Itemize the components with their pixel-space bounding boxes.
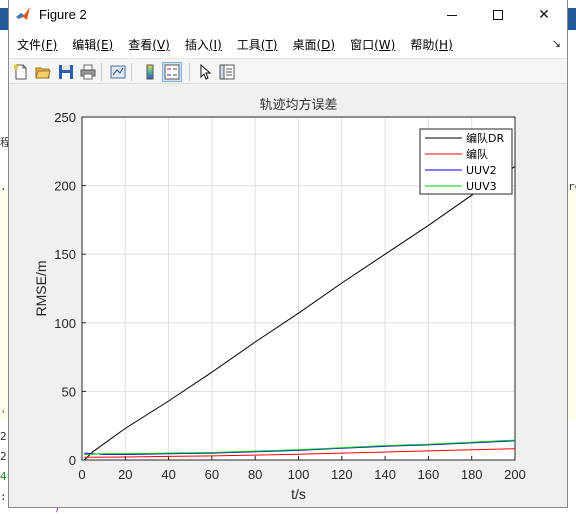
link-plot-button[interactable] (108, 62, 128, 82)
legend[interactable]: 编队DR 编队 UUV2 UUV3 (419, 128, 513, 195)
menu-bar: 文件(F) 编辑(E) 查看(V) 插入(I) 工具(T) 桌面(D) 窗口(W… (9, 30, 567, 58)
matlab-icon (16, 7, 30, 20)
toolbar-separator (189, 63, 190, 81)
open-file-button[interactable] (33, 62, 53, 82)
x-tick-label: 180 (461, 467, 483, 482)
menu-help[interactable]: 帮助(H) (410, 36, 452, 53)
new-figure-icon (13, 64, 27, 80)
x-tick-label: 120 (331, 467, 353, 482)
background-text: : (0, 490, 7, 503)
menu-view[interactable]: 查看(V) (128, 36, 170, 53)
maximize-icon (493, 10, 503, 20)
rmse-chart[interactable]: 0 20 40 60 80 100 120 140 160 180 200 0 50 100 150 200 2… (9, 85, 567, 507)
figure-canvas[interactable]: 0 20 40 60 80 100 120 140 160 180 200 0 50 100 150 200 2… (9, 85, 567, 507)
close-button[interactable]: ✕ (521, 0, 567, 30)
toolbar-separator (101, 63, 102, 81)
x-tick-label: 60 (205, 467, 219, 482)
print-icon (80, 64, 96, 80)
colorbar-icon (146, 64, 154, 80)
legend-label: 编队 (466, 147, 488, 161)
background-app-editor-right (568, 190, 576, 420)
toolbar-separator (131, 63, 132, 81)
x-tick-label: 100 (288, 467, 310, 482)
new-figure-button[interactable] (11, 62, 31, 82)
x-tick-label: 40 (161, 467, 175, 482)
y-tick-label: 50 (62, 384, 76, 399)
x-tick-label: 20 (118, 467, 132, 482)
property-inspector-button[interactable] (217, 62, 237, 82)
y-tick-label: 100 (54, 316, 76, 331)
legend-icon (164, 64, 180, 80)
x-tick-label: 140 (374, 467, 396, 482)
window-title: Figure 2 (39, 7, 87, 22)
figure-window: Figure 2 ✕ 文件(F) 编辑(E) 查看(V) 插入(I) 工具(T)… (8, 0, 568, 508)
background-text: 2 (0, 450, 7, 463)
background-app-titlebar-right (568, 8, 576, 30)
menu-desktop[interactable]: 桌面(D) (292, 36, 335, 53)
legend-label: UUV2 (466, 164, 497, 177)
background-text: 4 (0, 470, 7, 483)
y-tick-label: 150 (54, 247, 76, 262)
x-tick-label: 0 (78, 467, 85, 482)
menu-window[interactable]: 窗口(W) (350, 36, 395, 53)
legend-button[interactable] (162, 62, 182, 82)
menu-insert[interactable]: 插入(I) (185, 36, 222, 53)
colorbar-button[interactable] (140, 62, 160, 82)
y-tick-label: 200 (54, 179, 76, 194)
chart-title: 轨迹均方误差 (259, 97, 337, 113)
save-button[interactable] (56, 62, 76, 82)
background-text: ' (0, 408, 7, 421)
menu-edit[interactable]: 编辑(E) (72, 36, 113, 53)
maximize-button[interactable] (475, 0, 521, 30)
minimize-button[interactable] (429, 0, 475, 30)
y-tick-label: 250 (54, 110, 76, 125)
link-plot-icon (110, 65, 126, 79)
background-text: 2 (0, 430, 7, 443)
background-app-bottom (0, 508, 576, 514)
dock-figure-icon[interactable]: ↘ (552, 37, 561, 50)
menu-tools[interactable]: 工具(T) (237, 36, 278, 53)
x-tick-label: 160 (418, 467, 440, 482)
y-axis-label: RMSE/m (33, 261, 49, 317)
x-axis-label: t/s (291, 486, 306, 502)
minimize-icon (447, 14, 457, 16)
x-tick-label: 200 (504, 467, 526, 482)
legend-label: 编队DR (466, 131, 504, 145)
property-inspector-icon (219, 64, 235, 80)
print-button[interactable] (78, 62, 98, 82)
background-text: ro (568, 180, 576, 193)
screen: 程 .r ' 2 2 4 : ro ' ' ') Figure 2 ✕ 文件(F… (0, 0, 576, 514)
close-icon: ✕ (538, 7, 550, 23)
save-icon (59, 65, 73, 79)
title-bar[interactable]: Figure 2 ✕ (9, 0, 567, 30)
figure-toolbar (9, 58, 567, 84)
y-tick-label: 0 (69, 453, 76, 468)
x-tick-label: 80 (248, 467, 262, 482)
legend-label: UUV3 (466, 180, 497, 193)
menu-file[interactable]: 文件(F) (17, 36, 57, 53)
open-file-icon (35, 67, 51, 79)
edit-plot-button[interactable] (195, 62, 215, 82)
pointer-icon (200, 64, 212, 80)
